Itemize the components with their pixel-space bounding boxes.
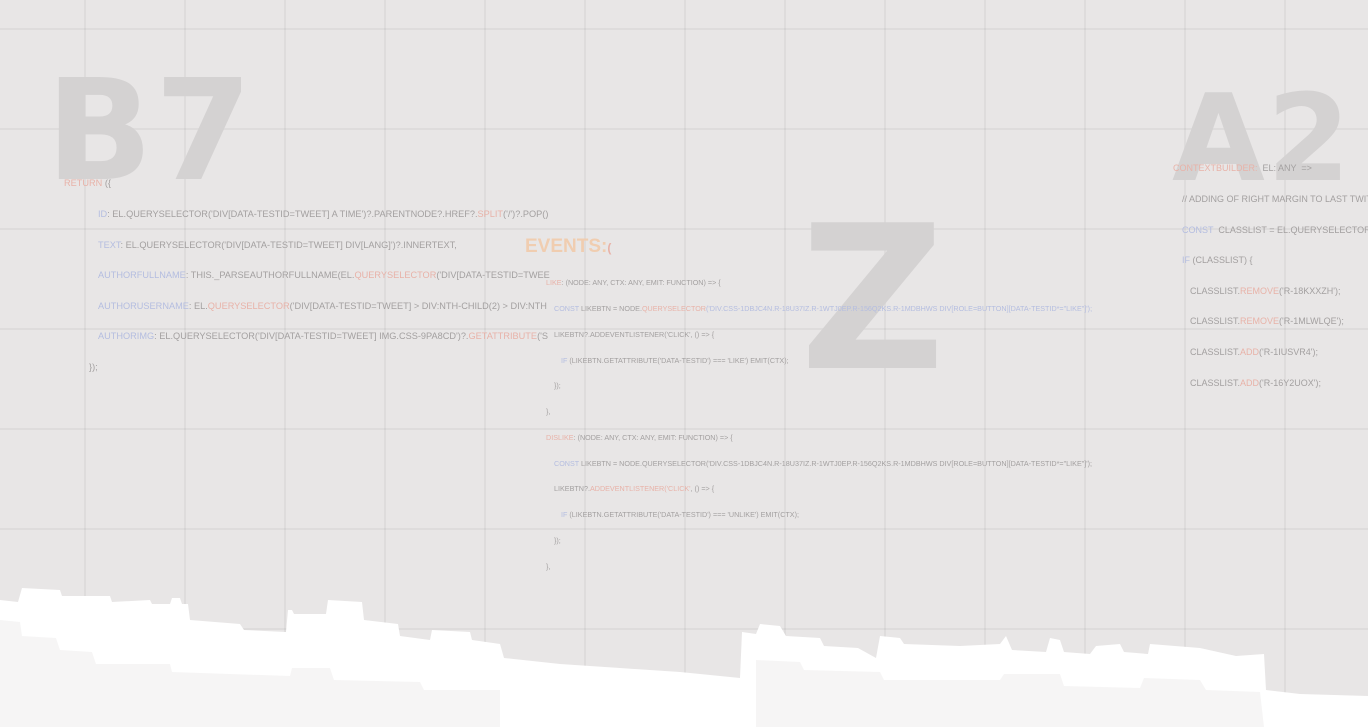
code-line: classList.add('r-16y2uox'); — [1173, 378, 1368, 388]
code-line: const classList = el.querySelector('div. — [1173, 225, 1368, 235]
code-text: : el. — [188, 300, 208, 311]
code-keyword: const — [554, 458, 580, 468]
code-line: if (classList) { — [1173, 255, 1368, 265]
code-text: }); — [89, 362, 98, 373]
code-block-a2: contextBuilder: el: any => // adding of … — [1173, 143, 1368, 398]
code-line: classList.remove('r-1mlwlqe'); — [1173, 316, 1368, 326]
code-text: classList = el.querySelector('div. — [1218, 224, 1368, 235]
code-keyword: return — [64, 178, 103, 189]
code-text: likeBtn = node. — [579, 303, 642, 313]
code-text: ({ — [102, 178, 111, 189]
code-keyword: const — [554, 303, 580, 313]
code-function: getAttribute — [468, 331, 538, 342]
code-line: // adding of right margin to last twitte… — [1173, 194, 1368, 204]
events-title-text: events: — [525, 236, 608, 257]
code-function: add — [1240, 347, 1260, 358]
code-text: likeBtn = node.querySelector('div.css-1d… — [579, 458, 1093, 468]
code-text: , () => { — [690, 484, 715, 494]
code-line: likeBtn?.addEventListener('click', () =>… — [546, 329, 1092, 340]
code-function: querySelector — [641, 303, 706, 313]
code-text: el: any => — [1257, 163, 1312, 174]
code-line: classList.add('r-1iusvr4'); — [1173, 347, 1368, 357]
code-block-events: like: (node: any, ctx: any, emit: Functi… — [546, 262, 1092, 580]
code-text: : el.querySelector('div[data-testid=twee… — [107, 209, 478, 220]
code-line: contextBuilder: el: any => — [1173, 163, 1368, 173]
code-text: ('r-16y2uox'); — [1259, 377, 1321, 388]
code-line: }, — [546, 407, 1092, 417]
code-keyword: const — [1182, 224, 1214, 235]
code-line: const likeBtn = node.querySelector('div.… — [546, 303, 1093, 314]
code-function: querySelector — [354, 270, 437, 281]
code-function: add — [1240, 377, 1260, 388]
code-comment: // adding of right margin to last twitte… — [1182, 194, 1368, 205]
code-line: }); — [64, 362, 550, 372]
code-function: remove — [1240, 316, 1280, 327]
code-text: : el.querySelector('div[data-testid=twee… — [154, 331, 469, 342]
code-keyword: dislike — [546, 432, 574, 442]
code-line: text: el.querySelector('div[data-testid=… — [64, 240, 550, 250]
code-keyword: like — [546, 278, 562, 288]
code-function: remove — [1240, 285, 1280, 296]
code-text: ('r-1mlwlqe'); — [1279, 316, 1344, 327]
code-text: : (node: any, ctx: any, emit: Function) … — [573, 432, 733, 442]
code-text: ('div[data-testid=twee — [436, 270, 550, 281]
events-heading: events:( — [525, 236, 611, 258]
code-function: split — [477, 209, 504, 220]
events-title-paren: ( — [607, 241, 612, 255]
code-line: likeBtn?.addEventListener('click', () =>… — [546, 485, 1092, 494]
code-property: text — [98, 239, 121, 250]
code-text: (likeBtn.getAttribute('data-testid') ===… — [567, 355, 789, 365]
code-text: (classList) { — [1190, 255, 1253, 266]
code-text: : el.querySelector('div[data-testid=twee… — [120, 239, 457, 250]
code-text: classList. — [1190, 347, 1241, 358]
code-line: }); — [546, 382, 1092, 391]
code-text: likeBtn?.addEventListener('click', () =>… — [554, 329, 715, 339]
code-line: const likeBtn = node.querySelector('div.… — [546, 458, 1093, 469]
code-function: querySelector — [207, 300, 290, 311]
code-text: classList. — [1190, 377, 1241, 388]
code-text: ('r-18kxxzh'); — [1279, 285, 1341, 296]
code-string: ('click' — [664, 484, 691, 494]
code-line: id: el.querySelector('div[data-testid=tw… — [64, 209, 550, 219]
code-line: dislike: (node: any, ctx: any, emit: Fun… — [546, 432, 1092, 443]
code-text: classList. — [1190, 316, 1241, 327]
code-line: authorFullname: this._parseAuthorFullnam… — [64, 270, 550, 280]
code-text: : (node: any, ctx: any, emit: Function) … — [561, 278, 721, 288]
code-line: like: (node: any, ctx: any, emit: Functi… — [546, 278, 1092, 288]
code-function: addEventListener — [589, 484, 665, 494]
code-line: classList.remove('r-18kxxzh'); — [1173, 286, 1368, 296]
code-text: (likeBtn.getAttribute('data-testid') ===… — [567, 510, 799, 520]
code-text: : this._parseAuthorFullname(el. — [185, 270, 355, 281]
code-keyword: contextBuilder: — [1173, 163, 1258, 174]
code-line: if (likeBtn.getAttribute('data-testid') … — [546, 510, 1092, 520]
code-text: }, — [546, 407, 551, 417]
code-line: return ({ — [64, 178, 550, 188]
code-text: likeBtn?. — [554, 484, 590, 494]
code-property: authorFullname — [98, 270, 186, 281]
code-string: ('div.css-1dbjc4n.r-18u37iz.r-1wtj0ep.r-… — [706, 303, 1093, 313]
code-line: if (likeBtn.getAttribute('data-testid') … — [546, 355, 1092, 366]
code-property: authorUsername — [98, 300, 189, 311]
code-text: ('r-1iusvr4'); — [1259, 347, 1318, 358]
code-text: classList. — [1190, 285, 1241, 296]
code-text: ('div[data-testid=tweet] > div:nth-child… — [289, 300, 547, 311]
city-skyline-decoration — [0, 588, 1368, 727]
code-property: authorImg — [98, 331, 155, 342]
code-text: ('/')?.pop() — [503, 209, 549, 220]
code-property: id — [98, 209, 108, 220]
code-keyword: if — [1182, 255, 1190, 266]
code-line: authorImg: el.querySelector('div[data-te… — [64, 331, 550, 341]
code-text: }); — [554, 381, 561, 391]
code-block-b7: return ({ id: el.querySelector('div[data… — [64, 158, 550, 382]
code-line: authorUsername: el.querySelector('div[da… — [64, 301, 550, 311]
